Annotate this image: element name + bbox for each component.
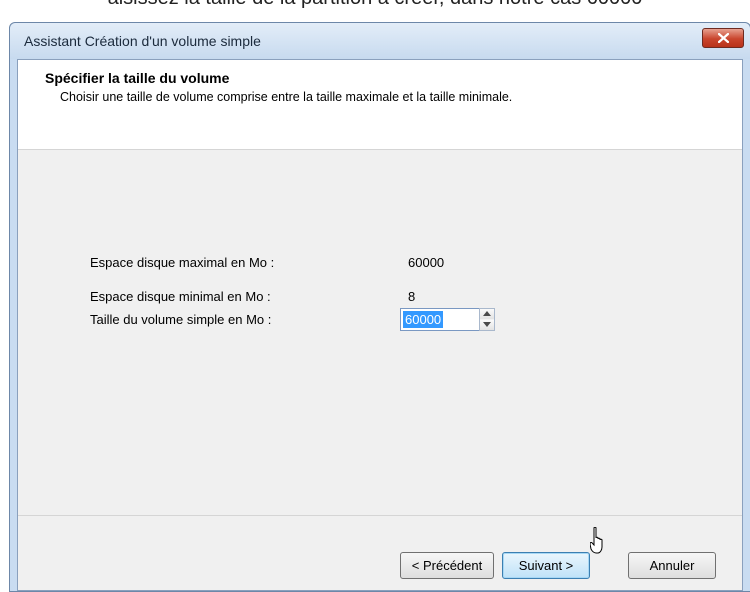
spin-up-button[interactable] xyxy=(480,309,494,319)
page-subtitle: Choisir une taille de volume comprise en… xyxy=(60,90,513,104)
close-icon xyxy=(718,33,729,43)
wizard-window: Assistant Création d'un volume simple Sp… xyxy=(9,22,750,592)
back-button[interactable]: < Précédent xyxy=(400,552,494,579)
min-space-label: Espace disque minimal en Mo : xyxy=(90,289,271,304)
mouse-pointer-icon xyxy=(590,527,603,554)
max-space-label: Espace disque maximal en Mo : xyxy=(90,255,275,270)
spin-down-button[interactable] xyxy=(480,320,494,330)
caption-text: aisissez la taille de la partition à cré… xyxy=(0,0,750,10)
footer-divider xyxy=(18,515,742,516)
volume-size-input[interactable]: 60000 xyxy=(400,308,480,331)
next-button[interactable]: Suivant > xyxy=(502,552,590,579)
cancel-button[interactable]: Annuler xyxy=(628,552,716,579)
volume-size-label: Taille du volume simple en Mo : xyxy=(90,312,272,327)
max-space-value: 60000 xyxy=(408,255,445,270)
volume-size-value: 60000 xyxy=(403,311,444,328)
wizard-body: Spécifier la taille du volume Choisir un… xyxy=(17,59,743,591)
window-title: Assistant Création d'un volume simple xyxy=(24,33,261,49)
min-space-value: 8 xyxy=(408,289,416,304)
wizard-header: Spécifier la taille du volume Choisir un… xyxy=(18,60,742,150)
title-bar[interactable]: Assistant Création d'un volume simple xyxy=(10,23,750,59)
close-button[interactable] xyxy=(702,28,744,48)
page-title: Spécifier la taille du volume xyxy=(45,70,230,86)
spin-down-icon xyxy=(483,322,491,327)
volume-size-stepper[interactable] xyxy=(479,308,495,331)
spin-up-icon xyxy=(483,311,491,316)
